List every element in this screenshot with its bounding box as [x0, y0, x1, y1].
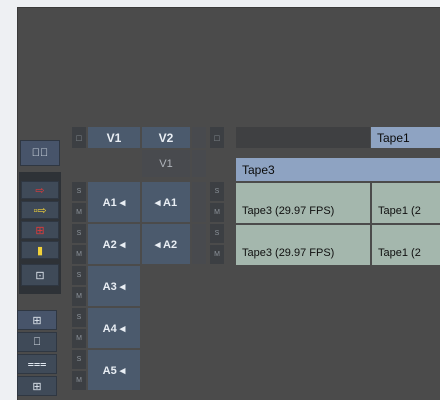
clip-cell[interactable]: Tape3 (29.97 FPS)	[236, 183, 370, 223]
source-audio-track[interactable]: A4 ◂	[88, 308, 140, 348]
source-audio-track[interactable]: A1 ◂	[88, 182, 140, 222]
clip-cell[interactable]: Tape1 (2	[372, 225, 440, 265]
image-icon: ⊡	[35, 269, 45, 282]
track-monitor-v2[interactable]	[192, 127, 206, 148]
trim-mode-button[interactable]: ⎕	[17, 332, 57, 352]
solo-button[interactable]: S	[72, 350, 86, 369]
lift-tool-button[interactable]: ⊞	[21, 221, 59, 239]
trim-icon: ⎕	[33, 335, 41, 348]
tape1-header[interactable]: Tape1	[371, 127, 440, 148]
record-mute-button[interactable]: M	[210, 245, 224, 264]
red-arrow-icon: ⇨	[35, 184, 45, 197]
record-sync-lock[interactable]: □	[210, 127, 224, 148]
monitor-icon: ▤⃒	[31, 147, 49, 159]
record-track-v2[interactable]: V2	[142, 127, 190, 148]
source-audio-track[interactable]: A3 ◂	[88, 266, 140, 306]
solo-button[interactable]: S	[72, 308, 86, 327]
source-audio-track[interactable]: A2 ◂	[88, 224, 140, 264]
audio-mixer-button[interactable]: ⩶	[17, 354, 57, 374]
mute-button[interactable]: M	[72, 287, 86, 306]
red-grid-icon: ⊞	[35, 224, 45, 237]
grid-view-button[interactable]: ⊞	[17, 376, 57, 396]
yellow-bar-icon: ▮	[36, 244, 44, 257]
track-monitor-audio[interactable]	[192, 224, 206, 264]
clip-cell[interactable]: Tape1 (2	[372, 183, 440, 223]
yellow-arrow-icon: ▫⇨	[33, 204, 47, 217]
extract-tool-button[interactable]: ▮	[21, 241, 59, 259]
segment-icon: ⊞	[32, 314, 42, 327]
mixer-icon: ⩶	[27, 357, 47, 370]
timeline-empty-header	[236, 127, 370, 148]
record-solo-button[interactable]: S	[210, 224, 224, 243]
grid-icon: ⊞	[32, 380, 42, 393]
record-audio-track[interactable]: ◂ A2	[142, 224, 190, 264]
mute-button[interactable]: M	[72, 329, 86, 348]
track-monitor-audio[interactable]	[192, 182, 206, 222]
record-mute-button[interactable]: M	[210, 203, 224, 222]
splice-tool-button[interactable]: ▫⇨	[21, 201, 59, 219]
tape3-header[interactable]: Tape3	[236, 158, 440, 181]
record-solo-button[interactable]: S	[210, 182, 224, 201]
source-track-v1[interactable]: V1	[88, 127, 140, 148]
mute-button[interactable]: M	[72, 371, 86, 390]
mute-button[interactable]: M	[72, 245, 86, 264]
mute-button[interactable]: M	[72, 203, 86, 222]
solo-button[interactable]: S	[72, 266, 86, 285]
record-track-v1[interactable]: V1	[142, 150, 190, 177]
source-audio-track[interactable]: A5 ◂	[88, 350, 140, 390]
image-tool-button[interactable]: ⊡	[21, 264, 59, 286]
overwrite-tool-button[interactable]: ⇨	[21, 181, 59, 199]
solo-button[interactable]: S	[72, 182, 86, 201]
track-monitor-v1[interactable]	[192, 150, 206, 177]
solo-button[interactable]: S	[72, 224, 86, 243]
segment-mode-button[interactable]: ⊞	[17, 310, 57, 330]
clip-cell[interactable]: Tape3 (29.97 FPS)	[236, 225, 370, 265]
record-audio-track[interactable]: ◂ A1	[142, 182, 190, 222]
source-sync-lock[interactable]: □	[72, 127, 86, 148]
monitor-toggle-button[interactable]: ▤⃒	[20, 140, 60, 166]
